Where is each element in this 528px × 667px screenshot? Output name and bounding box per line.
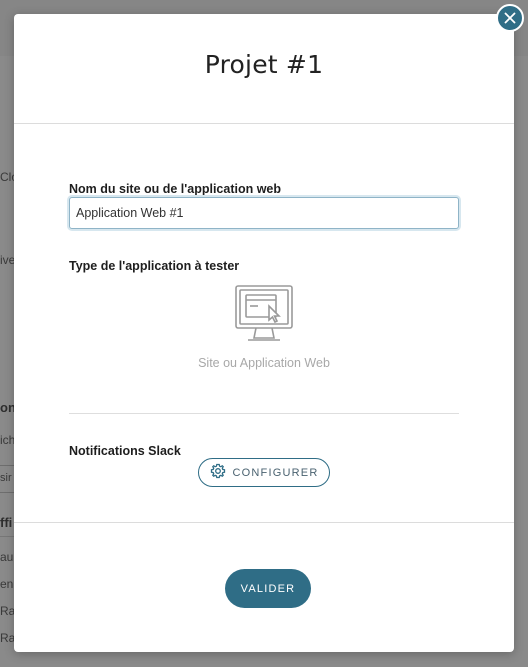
app-type-label: Type de l'application à tester bbox=[69, 259, 240, 273]
site-name-label: Nom du site ou de l'application web bbox=[69, 182, 282, 196]
close-button[interactable] bbox=[496, 4, 524, 32]
app-type-option-web[interactable]: Site ou Application Web bbox=[69, 284, 459, 379]
modal-header: Projet #1 bbox=[14, 14, 514, 124]
configure-button-label: CONFIGURER bbox=[232, 466, 319, 479]
close-icon bbox=[504, 12, 516, 24]
background-text: en bbox=[0, 577, 14, 591]
validate-button[interactable]: VALIDER bbox=[225, 569, 311, 608]
footer-divider bbox=[14, 522, 514, 523]
app-type-option-label: Site ou Application Web bbox=[198, 356, 330, 370]
section-divider bbox=[69, 413, 459, 414]
gear-icon bbox=[210, 463, 226, 482]
monitor-cursor-icon bbox=[234, 284, 294, 349]
slack-notifications-label: Notifications Slack bbox=[69, 444, 181, 458]
modal-title: Projet #1 bbox=[204, 49, 324, 79]
project-modal: Projet #1 Nom du site ou de l'applicatio… bbox=[14, 14, 514, 652]
background-heading: ffi bbox=[0, 515, 13, 530]
configure-slack-button[interactable]: CONFIGURER bbox=[198, 458, 330, 487]
background-text: au bbox=[0, 550, 14, 564]
site-name-input[interactable] bbox=[69, 197, 459, 229]
background-placeholder: sir bbox=[0, 472, 12, 484]
